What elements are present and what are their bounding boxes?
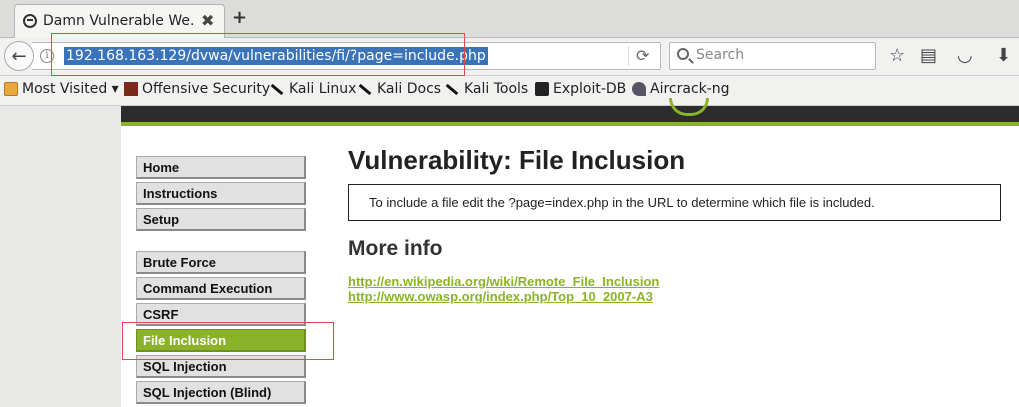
pocket-icon[interactable]: ◡ (957, 45, 973, 66)
menu-instructions[interactable]: Instructions (136, 182, 306, 205)
bookmark-kali-tools[interactable]: Kali Tools (444, 81, 528, 97)
aircrack-icon (632, 82, 646, 96)
search-input[interactable]: Search (669, 42, 876, 70)
kali-icon (444, 82, 460, 96)
bookmark-kali-docs[interactable]: Kali Docs (357, 81, 441, 97)
search-icon (677, 48, 689, 60)
downloads-icon[interactable]: ⬇ (996, 45, 1011, 66)
page-margin (0, 106, 121, 407)
kali-icon (357, 82, 373, 96)
reload-icon[interactable]: ⟳ (636, 46, 649, 65)
file-inclusion-highlight-annotation (122, 322, 334, 360)
vulnerability-description: To include a file edit the ?page=index.p… (369, 195, 875, 210)
exploitdb-icon (535, 82, 549, 96)
bookmarks-toolbar: Most Visited ▾ Offensive Security Kali L… (0, 76, 1019, 106)
close-icon[interactable]: ✖ (201, 11, 214, 30)
menu-command-execution[interactable]: Command Execution (136, 277, 306, 300)
bookmark-kali-linux[interactable]: Kali Linux (269, 81, 356, 97)
menu-setup[interactable]: Setup (136, 208, 306, 231)
bookmark-exploit-db[interactable]: Exploit-DB (535, 81, 626, 97)
menu-brute-force[interactable]: Brute Force (136, 251, 306, 274)
bookmark-aircrack-ng[interactable]: Aircrack-ng (632, 81, 730, 97)
back-button[interactable]: ← (4, 41, 34, 71)
kali-icon (269, 82, 285, 96)
dvwa-favicon-icon (23, 14, 37, 28)
new-tab-button[interactable]: + (232, 7, 247, 28)
vulnerability-info-box: To include a file edit the ?page=index.p… (348, 184, 1001, 221)
offsec-icon (124, 82, 138, 96)
link-wikipedia-rfi[interactable]: http://en.wikipedia.org/wiki/Remote_File… (348, 274, 659, 289)
search-placeholder: Search (696, 47, 745, 63)
bookmark-offensive-security[interactable]: Offensive Security (124, 81, 270, 97)
dvwa-logo-icon (669, 98, 709, 116)
reading-list-icon[interactable]: ▤ (920, 45, 937, 66)
tab-title: Damn Vulnerable We... (43, 13, 193, 29)
more-info-heading: More info (348, 237, 443, 260)
dvwa-header (121, 98, 1019, 126)
menu-sql-injection-blind[interactable]: SQL Injection (Blind) (136, 381, 306, 404)
back-arrow-icon: ← (11, 45, 27, 67)
url-highlight-annotation (51, 33, 465, 76)
bookmark-star-icon[interactable]: ☆ (889, 45, 905, 66)
bookmark-most-visited[interactable]: Most Visited ▾ (4, 81, 119, 97)
page-title: Vulnerability: File Inclusion (348, 145, 686, 175)
url-divider (628, 46, 629, 66)
link-owasp-top10[interactable]: http://www.owasp.org/index.php/Top_10_20… (348, 289, 653, 304)
folder-icon (4, 82, 18, 96)
menu-home[interactable]: Home (136, 156, 306, 179)
